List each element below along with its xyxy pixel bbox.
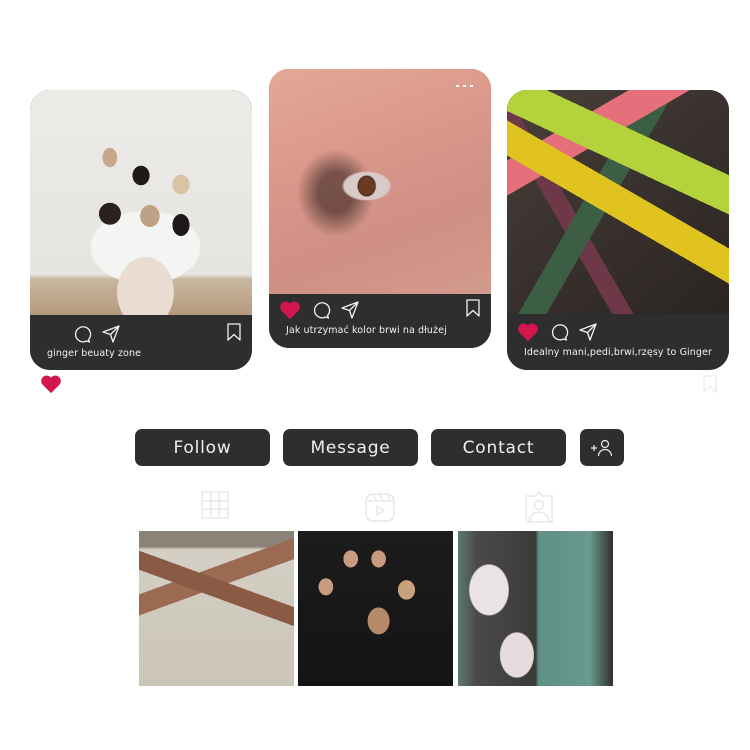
heart-icon[interactable] (517, 322, 539, 342)
post-caption: Jak utrzymać kolor brwi na dłużej (286, 325, 447, 336)
share-icon[interactable] (101, 324, 121, 344)
post-caption: Idealny mani,pedi,brwi,rzęsy to Ginger (524, 347, 712, 358)
comment-icon[interactable] (549, 322, 569, 342)
post-photo[interactable] (30, 90, 252, 315)
add-user-button[interactable] (580, 429, 624, 466)
reels-icon[interactable] (364, 491, 396, 523)
post-action-bar: Jak utrzymać kolor brwi na dłużej (269, 294, 491, 348)
post-card-1[interactable]: ginger beuaty zone (30, 90, 252, 370)
comment-icon[interactable] (72, 324, 92, 344)
post-photo[interactable] (269, 69, 491, 294)
comment-icon[interactable] (311, 300, 331, 320)
more-options-icon[interactable] (456, 85, 473, 87)
contact-button[interactable]: Contact (431, 429, 566, 466)
grid-photo[interactable] (139, 531, 294, 686)
post-caption: ginger beuaty zone (47, 348, 142, 359)
heart-icon[interactable] (40, 374, 62, 394)
bookmark-icon[interactable] (226, 323, 242, 341)
share-icon[interactable] (340, 300, 360, 320)
post-card-3[interactable]: Idealny mani,pedi,brwi,rzęsy to Ginger (507, 90, 729, 370)
grid-photo[interactable] (298, 531, 453, 686)
follow-button[interactable]: Follow (135, 429, 270, 466)
tagged-icon[interactable] (524, 491, 554, 523)
grid-photo[interactable] (458, 531, 613, 686)
grid-icon[interactable] (201, 491, 229, 519)
add-user-icon (591, 439, 613, 456)
heart-icon[interactable] (279, 300, 301, 320)
share-icon[interactable] (578, 322, 598, 342)
post-card-2[interactable]: Jak utrzymać kolor brwi na dłużej (269, 69, 491, 348)
bookmark-icon[interactable] (465, 299, 481, 317)
post-photo[interactable] (507, 90, 729, 314)
bookmark-icon[interactable] (702, 375, 718, 393)
message-button[interactable]: Message (283, 429, 418, 466)
post-action-bar: Idealny mani,pedi,brwi,rzęsy to Ginger (507, 314, 729, 370)
post-action-bar: ginger beuaty zone (30, 315, 252, 370)
